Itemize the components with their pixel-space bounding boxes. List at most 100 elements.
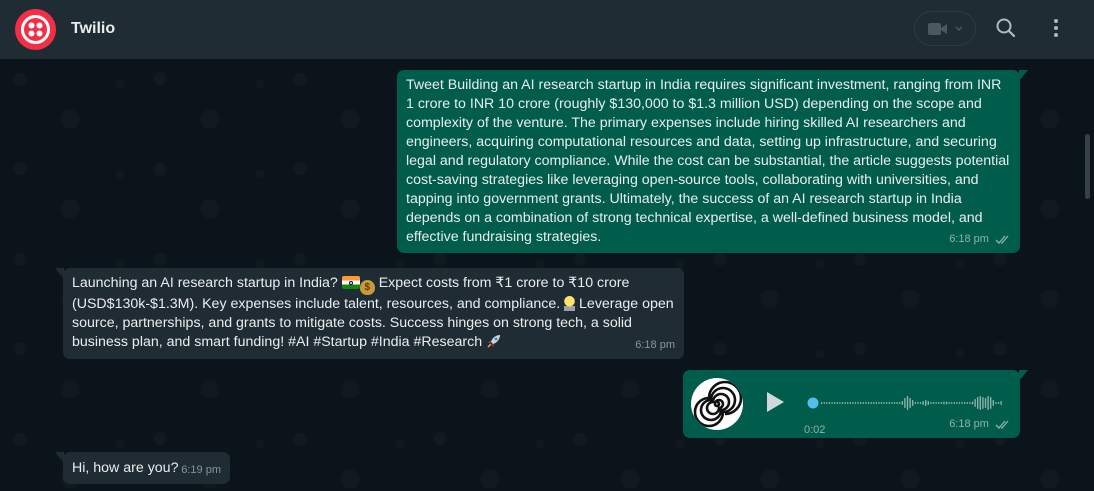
waveform-bar <box>899 402 901 404</box>
incoming-message[interactable]: Launching an AI research startup in Indi… <box>55 268 684 359</box>
waveform-bar <box>857 402 859 404</box>
waveform-bar <box>992 400 994 406</box>
waveform-bar <box>969 402 971 404</box>
chat-header: Twilio <box>0 0 1094 59</box>
waveform-bar <box>891 402 893 404</box>
outgoing-message[interactable]: Tweet Building an AI research startup in… <box>397 70 1028 253</box>
light-bulb-icon <box>564 296 576 311</box>
voice-duration: 0:02 <box>804 424 826 436</box>
waveform-bar <box>828 402 831 404</box>
progress-knob <box>807 397 819 409</box>
waveform-bar <box>875 402 877 404</box>
waveform-bar <box>964 402 966 404</box>
waveform-bar <box>878 402 880 404</box>
waveform-bar <box>852 402 854 404</box>
waveform-bar <box>880 402 883 404</box>
waveform-bar <box>865 402 867 404</box>
waveform-bar <box>888 402 890 404</box>
waveform-bar <box>995 402 997 404</box>
spiral-icon <box>693 380 743 428</box>
double-check-icon <box>995 420 1009 429</box>
waveform-bar <box>922 401 924 405</box>
waveform-bar <box>862 402 864 404</box>
waveform-bar <box>909 398 911 408</box>
message-text-part: Launching an AI research startup in Indi… <box>72 275 342 291</box>
waveform-bar <box>987 396 989 410</box>
play-button[interactable] <box>763 390 787 414</box>
message-text: Launching an AI research startup in Indi… <box>72 274 675 352</box>
waveform-bar <box>821 402 823 404</box>
message-time: 6:19 pm <box>181 464 221 476</box>
search-button[interactable] <box>994 16 1018 40</box>
message-meta: 6:18 pm <box>949 415 1011 434</box>
waveform-bar <box>839 402 841 404</box>
waveform-bar <box>867 402 870 404</box>
contact-avatar[interactable] <box>15 9 56 50</box>
double-check-icon <box>995 235 1009 244</box>
waveform-bar <box>917 402 919 404</box>
incoming-message[interactable]: Hi, how are you? 6:19 pm <box>55 452 230 484</box>
twilio-logo-icon <box>21 15 50 44</box>
waveform-bar <box>883 402 885 404</box>
waveform-bar <box>984 398 987 408</box>
waveform-bar <box>997 402 1000 404</box>
play-icon <box>767 392 784 412</box>
waveform-bar <box>930 402 932 404</box>
waveform-bar <box>919 402 922 404</box>
waveform-bar <box>849 402 851 404</box>
waveform-bar <box>831 402 833 404</box>
outgoing-voice-message[interactable]: 0:02 6:18 pm <box>683 370 1028 438</box>
message-text: Hi, how are you? <box>72 460 179 476</box>
waveform-bar <box>935 402 937 404</box>
money-bag-icon: $ <box>359 280 375 295</box>
waveform-bar <box>925 400 927 406</box>
waveform-bar <box>982 397 984 409</box>
waveform-bar <box>943 401 945 405</box>
waveform-bar <box>912 400 914 406</box>
more-vertical-icon <box>1054 19 1058 37</box>
message-time: 6:18 pm <box>635 339 675 351</box>
message-time: 6:18 pm <box>949 418 989 430</box>
waveform-bar <box>841 402 844 404</box>
waveform-bar <box>844 402 846 404</box>
waveform-bar <box>932 402 935 404</box>
waveform-bar <box>951 402 953 404</box>
rocket-icon <box>487 335 501 348</box>
waveform-bar <box>958 402 961 404</box>
waveform-bar <box>823 402 825 404</box>
waveform-bar <box>854 402 857 404</box>
waveform-bar <box>860 402 862 404</box>
waveform-bar <box>948 402 950 404</box>
message-text: Tweet Building an AI research startup in… <box>406 77 1010 245</box>
contact-name[interactable]: Twilio <box>71 20 115 38</box>
voice-waveform[interactable] <box>807 392 1003 414</box>
waveform-bar <box>961 402 963 404</box>
waveform-bar <box>847 402 849 404</box>
video-call-button[interactable] <box>914 11 976 46</box>
waveform-bar <box>953 402 955 404</box>
waveform-bar <box>977 397 979 409</box>
video-camera-icon <box>928 23 962 35</box>
waveform-bar <box>901 401 903 405</box>
waveform-bar <box>904 398 906 408</box>
waveform-bar <box>956 402 958 404</box>
search-icon <box>996 18 1016 38</box>
menu-button[interactable] <box>1044 16 1068 40</box>
waveform-bar <box>893 402 896 404</box>
waveform-bar <box>886 402 888 404</box>
waveform-bar <box>990 397 992 409</box>
waveform-bar <box>870 402 872 404</box>
chevron-down-icon <box>955 26 962 32</box>
waveform-bar <box>873 402 875 404</box>
bubble-tail <box>55 452 64 463</box>
waveform-bar <box>834 402 836 404</box>
waveform-bar <box>896 402 898 404</box>
chat-scrollbar[interactable] <box>1085 134 1090 199</box>
chat-panel[interactable]: Tweet Building an AI research startup in… <box>0 59 1094 491</box>
waveform-bar <box>966 402 968 404</box>
waveform-bar <box>979 396 981 410</box>
bubble-tail <box>1019 370 1028 381</box>
waveform-bar <box>927 401 929 405</box>
bubble-tail <box>1019 70 1028 81</box>
waveform-bar <box>906 396 909 410</box>
